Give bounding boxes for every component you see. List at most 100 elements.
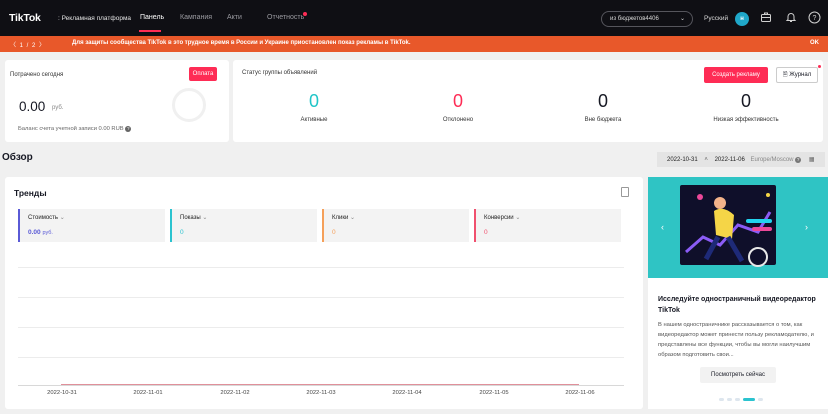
- spend-title: Потрачено сегодня: [10, 72, 64, 78]
- create-ad-button[interactable]: Создать рекламу: [704, 67, 768, 83]
- nav-assets[interactable]: Акти: [227, 14, 242, 21]
- promo-title: Исследуйте одностраничный видеоредактор …: [658, 296, 816, 314]
- promo-illustration: [648, 177, 828, 278]
- journal-notification-dot: [818, 65, 821, 68]
- date-range-picker[interactable]: 2022-10-31 ˄ 2022-11-06 Europe/Moscow ? …: [657, 152, 825, 167]
- nav-reporting[interactable]: Отчетность: [267, 14, 304, 21]
- chevron-down-icon: ⌄: [679, 16, 685, 22]
- download-icon[interactable]: [621, 187, 629, 197]
- metric-impressions-name: Показы ⌄: [180, 214, 207, 221]
- metric-unit: руб.: [42, 230, 53, 236]
- nav-dashboard[interactable]: Панель: [140, 14, 164, 21]
- reporting-notification-dot: [303, 12, 307, 16]
- chart-gridline: [18, 297, 624, 298]
- journal-button[interactable]: 🗎 Журнал: [776, 67, 818, 83]
- svg-text:?: ?: [812, 15, 816, 22]
- language-selector[interactable]: Русский: [704, 15, 728, 22]
- carousel-dot[interactable]: [758, 398, 763, 401]
- spend-currency: руб.: [52, 105, 64, 111]
- info-icon[interactable]: ?: [795, 157, 802, 163]
- journal-icon: 🗎: [782, 72, 788, 78]
- status-title: Статус группы объявлений: [242, 70, 318, 76]
- status-low-efficiency-value[interactable]: 0: [726, 91, 766, 112]
- date-from: 2022-10-31: [667, 157, 698, 163]
- account-name: из бюджетов4406: [610, 16, 659, 22]
- promo-carousel-card: ‹ › Исследуйте одностраничный видеоредак…: [648, 177, 828, 409]
- banner-ok-button[interactable]: OK: [810, 40, 819, 46]
- metric-color-bar: [18, 209, 20, 242]
- chevron-down-icon: ⌄: [350, 215, 356, 221]
- info-icon[interactable]: ?: [125, 126, 132, 132]
- status-active-value[interactable]: 0: [294, 91, 334, 112]
- account-balance: Баланс счета учетной записи 0.00 RUB ?: [18, 126, 132, 132]
- metric-cost-value: 0.00 руб.: [28, 229, 53, 236]
- banner-message: Для защиты сообщества TikTok в это трудн…: [72, 40, 411, 46]
- carousel-dot[interactable]: [727, 398, 732, 401]
- x-tick-label: 2022-11-06: [565, 390, 595, 396]
- avatar[interactable]: н: [735, 12, 749, 26]
- metric-impressions-value: 0: [180, 229, 184, 236]
- spend-donut-chart: [172, 88, 206, 122]
- carousel-dot-active[interactable]: [743, 398, 755, 401]
- x-tick-label: 2022-10-31: [47, 390, 77, 396]
- chevron-down-icon: ⌄: [59, 215, 65, 221]
- platform-name: : Рекламная платформа: [58, 15, 132, 22]
- ad-group-status-card: Статус группы объявлений Создать рекламу…: [233, 60, 823, 142]
- metric-clicks[interactable]: Клики ⌄ 0: [322, 209, 469, 242]
- status-out-of-budget-value[interactable]: 0: [583, 91, 623, 112]
- timezone: Europe/Moscow: [750, 157, 794, 163]
- metric-label: Конверсии: [484, 215, 514, 221]
- nav-campaign[interactable]: Кампания: [180, 14, 212, 21]
- metric-color-bar: [170, 209, 172, 242]
- date-to: 2022-11-06: [714, 157, 745, 163]
- briefcase-icon[interactable]: [759, 11, 773, 25]
- watch-now-button[interactable]: Посмотреть сейчас: [700, 367, 776, 383]
- metric-cost[interactable]: Стоимость ⌄ 0.00 руб.: [18, 209, 165, 242]
- tiktok-logo[interactable]: TikTok: [9, 12, 41, 24]
- trends-title: Тренды: [14, 188, 47, 198]
- carousel-dot[interactable]: [735, 398, 740, 401]
- x-tick-label: 2022-11-02: [220, 390, 250, 396]
- metric-conversions-value: 0: [484, 229, 488, 236]
- promo-description: В нашем одностраничнике рассказывается о…: [658, 322, 814, 358]
- metric-label: Стоимость: [28, 215, 59, 221]
- journal-label: Журнал: [789, 72, 812, 78]
- metric-color-bar: [474, 209, 476, 242]
- overview-title: Обзор: [2, 152, 33, 163]
- chart-gridline: [18, 357, 624, 358]
- chevron-up-icon: ˄: [704, 157, 708, 163]
- chevron-down-icon: ⌄: [202, 215, 208, 221]
- status-rejected-value[interactable]: 0: [438, 91, 478, 112]
- chart-series-line: [61, 384, 579, 385]
- chart-gridline: [18, 327, 624, 328]
- carousel-prev-icon[interactable]: ‹: [661, 222, 671, 236]
- chevron-down-icon: ⌄: [515, 215, 521, 221]
- metric-clicks-name: Клики ⌄: [332, 214, 355, 221]
- calendar-icon[interactable]: ▦: [809, 157, 815, 163]
- metric-label: Показы: [180, 215, 201, 221]
- metric-impressions[interactable]: Показы ⌄ 0: [170, 209, 317, 242]
- metric-clicks-value: 0: [332, 229, 336, 236]
- chart-x-axis: [18, 385, 624, 386]
- x-tick-label: 2022-11-01: [133, 390, 163, 396]
- spend-today-card: Потрачено сегодня Оплата 0.00 руб. Балан…: [5, 60, 229, 142]
- metric-label: Клики: [332, 215, 349, 221]
- top-navigation-bar: TikTok : Рекламная платформа Панель Камп…: [0, 0, 828, 36]
- status-rejected-label: Отклонено: [442, 117, 474, 123]
- metric-conversions[interactable]: Конверсии ⌄ 0: [474, 209, 621, 242]
- x-tick-label: 2022-11-05: [479, 390, 509, 396]
- help-icon[interactable]: ?: [807, 11, 821, 25]
- account-selector[interactable]: из бюджетов4406 ⌄: [601, 11, 693, 27]
- status-out-of-budget-label: Вне бюджета: [584, 117, 622, 123]
- carousel-next-icon[interactable]: ›: [805, 222, 815, 236]
- pay-button[interactable]: Оплата: [189, 67, 217, 81]
- metric-conversions-name: Конверсии ⌄: [484, 214, 520, 221]
- status-active-label: Активные: [300, 117, 328, 123]
- metric-value: 0.00: [28, 229, 41, 236]
- notice-banner: 〈 1 / 2 〉 Для защиты сообщества TikTok в…: [0, 36, 828, 52]
- account-balance-text: Баланс счета учетной записи 0.00 RUB: [18, 126, 124, 132]
- banner-pager[interactable]: 〈 1 / 2 〉: [10, 40, 46, 49]
- x-tick-label: 2022-11-04: [392, 390, 422, 396]
- bell-icon[interactable]: [784, 11, 798, 25]
- carousel-dot[interactable]: [719, 398, 724, 401]
